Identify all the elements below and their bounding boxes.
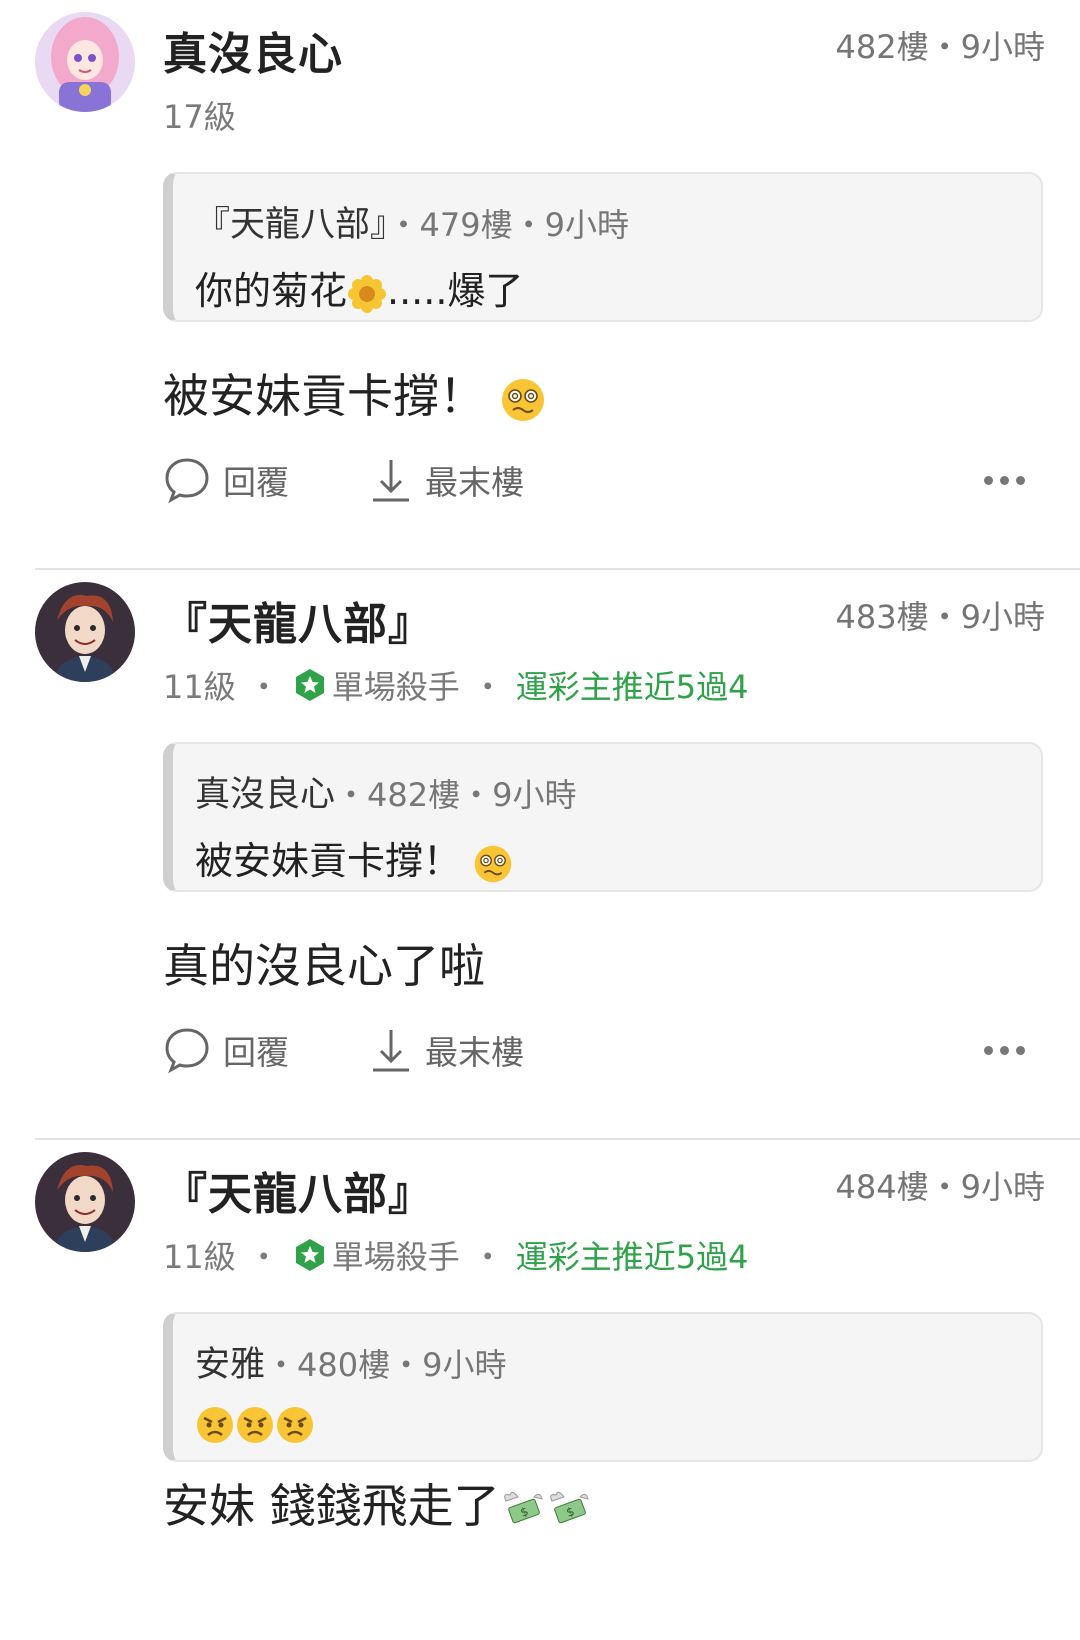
separator-dot: ・ [471,668,504,706]
user-avatar[interactable] [35,1152,135,1252]
last-floor-label: 最末樓 [425,1033,524,1072]
quote-text-main: 你的菊花 [195,269,348,313]
last-floor-button[interactable]: 最末樓 [369,456,524,504]
angry-face-icon [277,1406,313,1443]
floor-time: 482樓・9小時 [835,28,1045,66]
dizzy-face-icon [501,378,544,421]
money-wings-icon: $ [503,1491,543,1523]
reply-label: 回覆 [223,1033,289,1072]
quote-header: 安雅・480樓・9小時 [195,1336,506,1387]
quote-meta: ・482樓・9小時 [335,776,577,814]
quote-author: 『天龍八部』 [195,205,388,245]
quote-text: 被安妹貢卡撐！ [195,830,513,885]
floor-time: 483樓・9小時 [835,598,1045,636]
last-floor-label: 最末樓 [425,463,524,502]
quote-author: 安雅 [195,1345,266,1385]
quote-text [195,1400,315,1445]
post: 真沒良心 482樓・9小時 17級 『天龍八部』・479樓・9小時 你的菊花 .… [0,0,1080,570]
reply-button[interactable]: 回覆 [163,456,289,504]
post-content: 安妹 錢錢飛走了 $ $ [163,1470,592,1536]
user-badge: 單場殺手 [331,1238,460,1276]
post-content-text: 被安妹貢卡撐！ [163,369,485,423]
user-subline: 11級 ・ 單場殺手 ・ 運彩主推近5過4 [163,662,749,708]
quote-meta: ・480樓・9小時 [265,1346,507,1384]
more-options-icon[interactable] [984,475,1025,485]
more-options-icon[interactable] [984,1045,1025,1055]
user-level: 11級 [163,668,236,706]
separator-dot: ・ [247,668,280,706]
post-content: 被安妹貢卡撐！ [163,360,546,426]
arrow-down-icon [373,460,409,502]
dizzy-face-icon [474,845,512,882]
user-badge: 單場殺手 [331,668,460,706]
user-badge-extra[interactable]: 運彩主推近5過4 [516,662,749,708]
money-wings-icon: $ [549,1491,589,1523]
quote-header: 真沒良心・482樓・9小時 [195,766,576,817]
speech-bubble-icon [165,458,209,504]
quoted-reply[interactable]: 真沒良心・482樓・9小時 被安妹貢卡撐！ [163,742,1043,892]
user-subline: 11級 ・ 單場殺手 ・ 運彩主推近5過4 [163,1232,749,1278]
user-level: 11級 [163,1238,236,1276]
username[interactable]: 『天龍八部』 [163,588,433,652]
reply-label: 回覆 [223,463,289,502]
post-content-text: 真的沒良心了啦 [163,939,485,993]
speech-bubble-icon [165,1028,209,1074]
quote-header: 『天龍八部』・479樓・9小時 [195,196,629,247]
separator-dot: ・ [247,1238,280,1276]
user-level: 17級 [163,98,236,136]
quote-text-main: 被安妹貢卡撐！ [195,839,462,883]
angry-face-icon [197,1406,233,1443]
quoted-reply[interactable]: 安雅・480樓・9小時 [163,1312,1043,1462]
post-content: 真的沒良心了啦 [163,930,485,996]
quote-text: 你的菊花 .....爆了 [195,260,523,315]
last-floor-button[interactable]: 最末樓 [369,1026,524,1074]
star-badge-icon [295,669,324,701]
star-badge-icon [295,1239,324,1271]
quote-text-after: .....爆了 [387,269,524,313]
user-avatar[interactable] [35,582,135,682]
post-actions: 回覆 最末樓 [163,452,1025,508]
post: 『天龍八部』 484樓・9小時 11級 ・ 單場殺手 ・ 運彩主推近5過4 安雅… [0,1140,1080,1640]
separator-dot: ・ [471,1238,504,1276]
reply-button[interactable]: 回覆 [163,1026,289,1074]
user-avatar[interactable] [35,12,135,112]
post: 『天龍八部』 483樓・9小時 11級 ・ 單場殺手 ・ 運彩主推近5過4 真沒… [0,570,1080,1140]
quote-meta: ・479樓・9小時 [387,206,629,244]
quoted-reply[interactable]: 『天龍八部』・479樓・9小時 你的菊花 .....爆了 [163,172,1043,322]
arrow-down-icon [373,1030,409,1072]
user-badge-extra[interactable]: 運彩主推近5過4 [516,1232,749,1278]
username[interactable]: 真沒良心 [163,18,343,82]
username[interactable]: 『天龍八部』 [163,1158,433,1222]
post-actions: 回覆 最末樓 [163,1022,1025,1078]
post-content-text: 安妹 錢錢飛走了 [163,1479,500,1533]
floor-time: 484樓・9小時 [835,1168,1045,1206]
user-subline: 17級 [163,92,236,138]
quote-author: 真沒良心 [195,775,336,815]
angry-face-icon [237,1406,273,1443]
flower-icon [348,274,387,313]
